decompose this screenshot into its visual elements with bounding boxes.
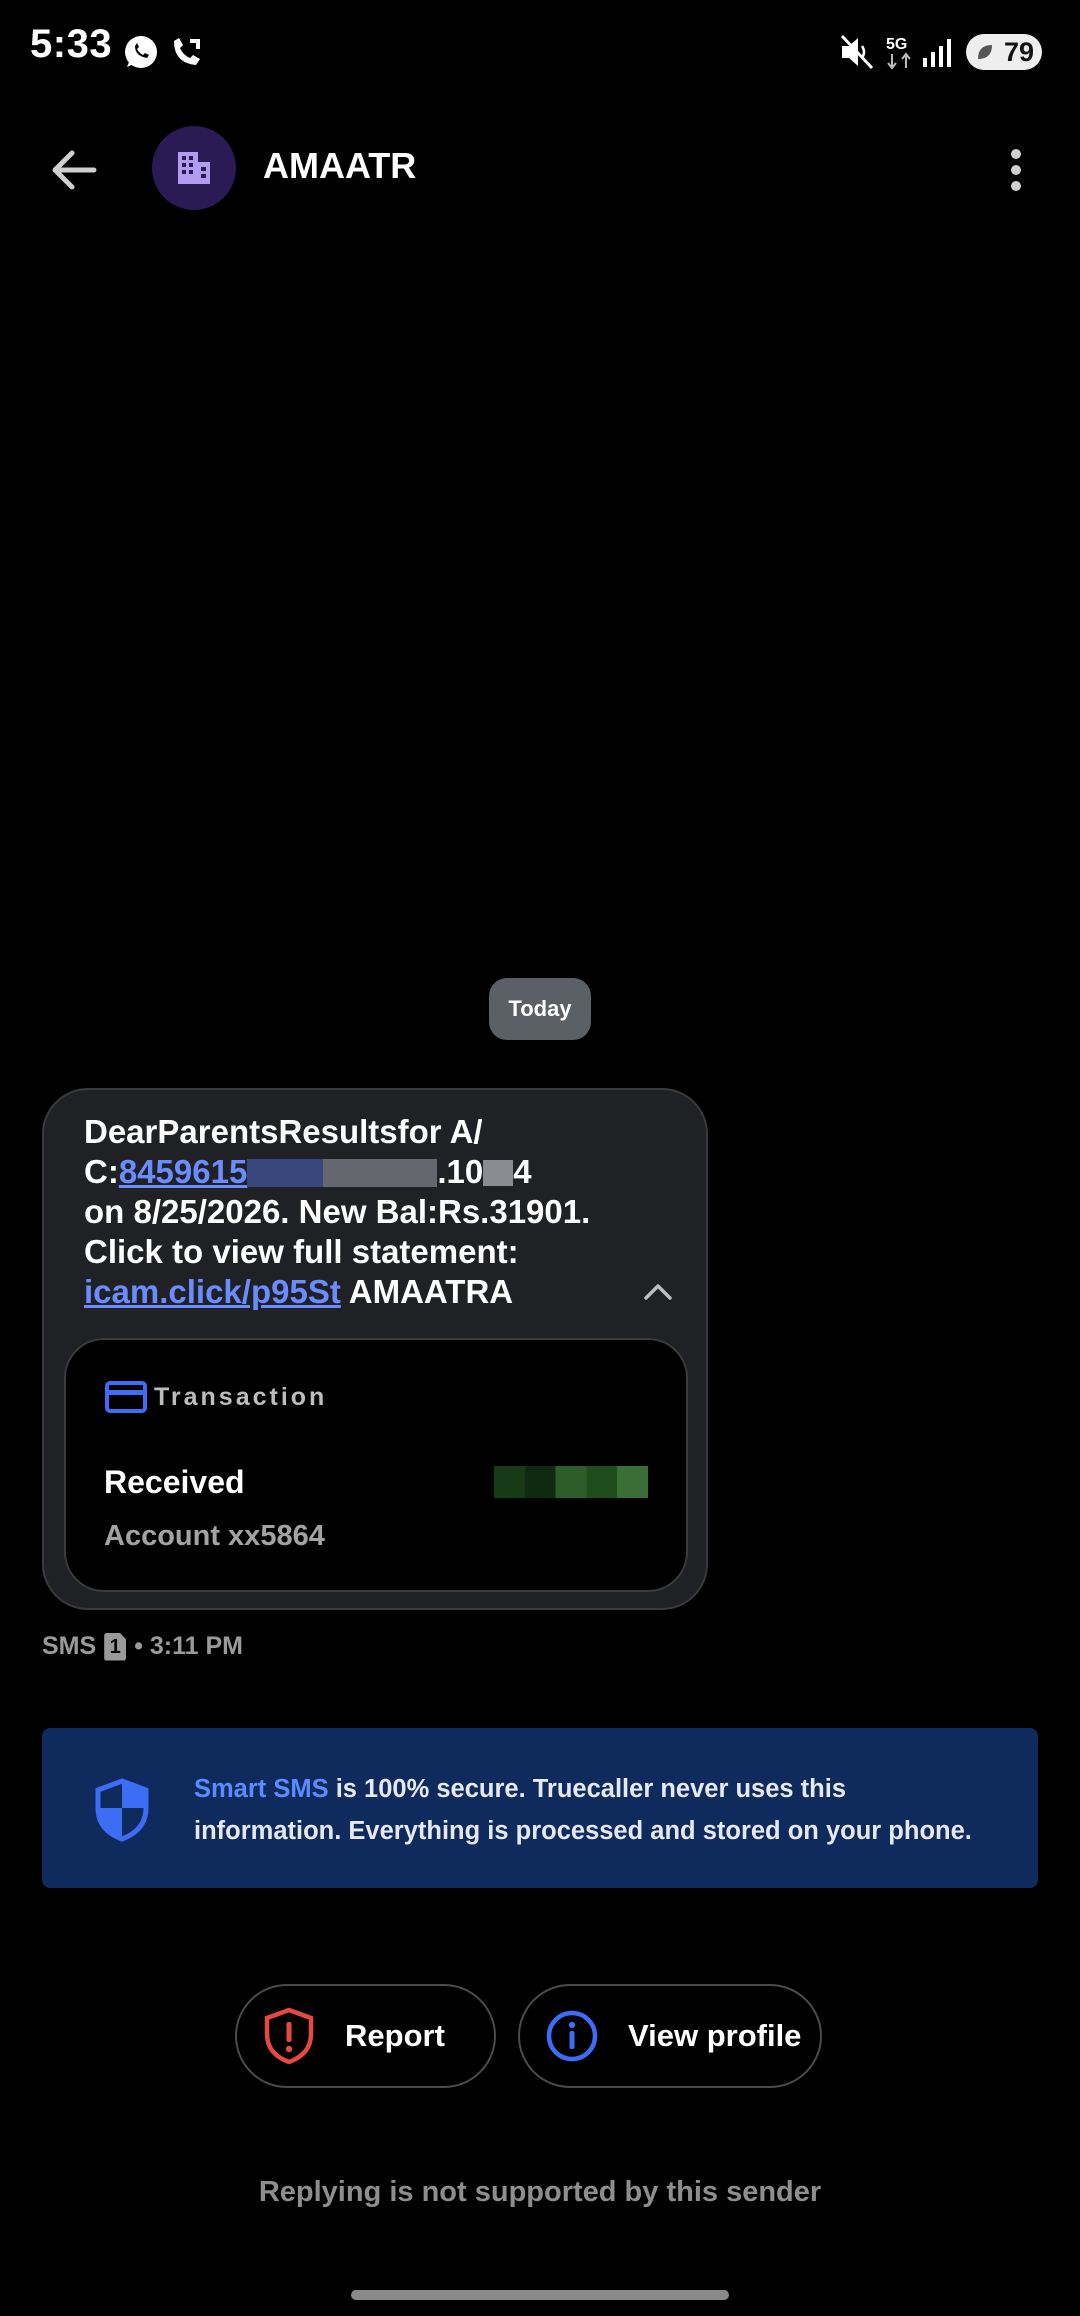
message-line-3: on 8/25/2026. New Bal:Rs.31901.	[84, 1193, 591, 1230]
battery-level: 79	[1003, 36, 1034, 67]
building-icon	[178, 152, 210, 184]
message-time: • 3:11 PM	[134, 1632, 243, 1660]
chevron-up-icon[interactable]	[638, 1276, 678, 1306]
sender-name[interactable]: AMAATR	[263, 145, 416, 187]
transaction-amount-redacted	[494, 1466, 648, 1498]
sim-card-icon: 1	[104, 1632, 127, 1661]
transaction-status: Received	[104, 1464, 245, 1500]
call-icon	[174, 38, 200, 65]
message-line-2-prefix: C:	[84, 1153, 119, 1190]
reply-not-supported-note: Replying is not supported by this sender	[258, 2176, 822, 2208]
message-line-2-end: 4	[513, 1153, 532, 1190]
mute-icon	[840, 34, 874, 70]
date-chip: Today	[489, 978, 591, 1040]
shield-icon	[95, 1778, 149, 1842]
message-line-2-mid: .10	[437, 1153, 484, 1190]
battery-indicator: 79	[966, 34, 1042, 70]
view-profile-button[interactable]: View profile	[518, 1984, 822, 2088]
transaction-card[interactable]: Transaction Received Account xx5864	[64, 1338, 688, 1592]
account-number-link[interactable]: 8459615	[119, 1153, 247, 1190]
message-bubble[interactable]: DearParentsResultsfor A/ C:8459615 .10 4 o…	[42, 1088, 708, 1610]
message-text: DearParentsResultsfor A/ C:8459615 .10 4 o…	[84, 1112, 644, 1312]
redacted-block-small	[483, 1160, 514, 1186]
redacted-block	[247, 1159, 438, 1187]
status-time: 5:33	[30, 22, 113, 66]
sender-avatar[interactable]	[152, 126, 236, 210]
back-arrow-icon[interactable]	[44, 140, 104, 200]
transaction-account: Account xx5864	[104, 1520, 325, 1552]
status-bar: 5:33 5G 79	[0, 0, 1080, 100]
smart-sms-banner: Smart SMS is 100% secure. Truecaller nev…	[42, 1728, 1038, 1888]
signal-icon	[923, 39, 951, 67]
report-button[interactable]: Report	[235, 1984, 496, 2088]
report-shield-icon	[263, 2007, 315, 2065]
transaction-header: Transaction	[104, 1380, 327, 1414]
info-icon	[546, 2010, 598, 2062]
report-label: Report	[345, 2018, 445, 2053]
statement-link[interactable]: icam.click/p95St	[84, 1273, 341, 1310]
banner-text: Smart SMS is 100% secure. Truecaller nev…	[194, 1768, 994, 1852]
message-signature: AMAATRA	[340, 1273, 514, 1310]
svg-text:5G: 5G	[886, 36, 907, 53]
message-type: SMS	[42, 1632, 97, 1660]
smart-sms-label[interactable]: Smart SMS	[194, 1775, 329, 1803]
message-line-4: Click to view full statement:	[84, 1233, 519, 1270]
transaction-title: Transaction	[154, 1382, 328, 1411]
battery-saver-icon	[978, 45, 992, 59]
home-indicator[interactable]	[351, 2290, 729, 2300]
message-line-1: DearParentsResultsfor A/	[84, 1113, 483, 1150]
message-meta: SMS 1 • 3:11 PM	[42, 1632, 243, 1661]
credit-card-icon	[105, 1381, 147, 1413]
view-profile-label: View profile	[628, 2018, 802, 2053]
more-vert-icon[interactable]	[1000, 140, 1032, 200]
chat-app-icon	[125, 36, 157, 68]
network-5g-icon: 5G	[886, 36, 911, 70]
